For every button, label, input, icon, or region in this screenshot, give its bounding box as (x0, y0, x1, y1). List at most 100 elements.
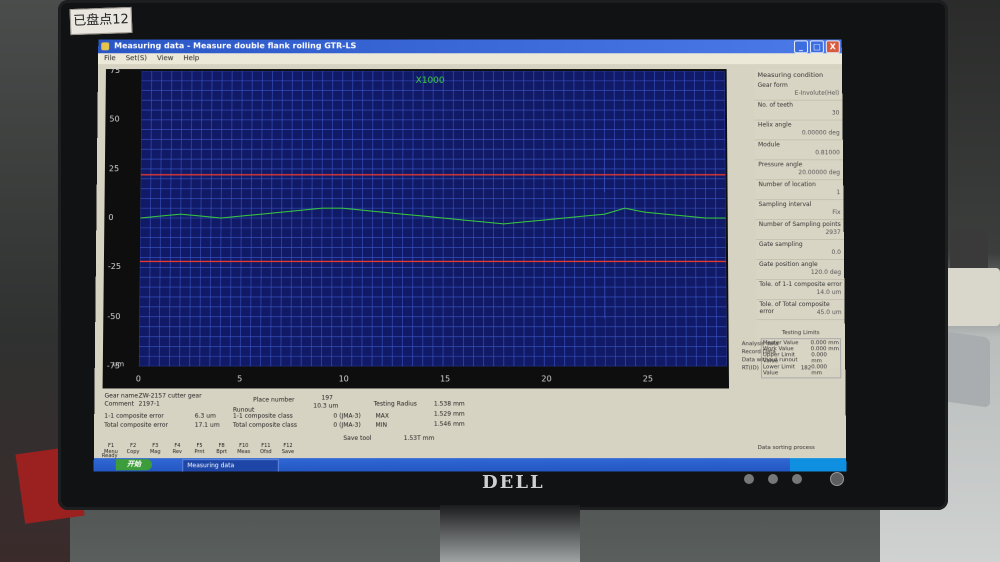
start-button[interactable]: 开始 (115, 459, 153, 471)
system-tray (789, 458, 847, 472)
condition-label: Number of Sampling points (758, 221, 841, 229)
condition-row: Sampling interval Fix (755, 200, 844, 221)
comment-value: 2197-1 (138, 400, 160, 408)
gear-name-value: ZW-2157 cutter gear (138, 392, 202, 400)
condition-value: 2937 (825, 229, 841, 237)
x-tick-label: 25 (642, 374, 654, 384)
limit-value: 0.000 mm (811, 364, 828, 377)
class-total-label: Total composite class (232, 421, 298, 429)
condition-value: E-Involute(Hel) (794, 89, 840, 97)
maximize-button[interactable]: □ (809, 40, 824, 54)
condition-label: Tole. of 1-1 composite error (759, 281, 842, 289)
x-tick-label: 20 (541, 374, 552, 384)
condition-label: Helix angle (757, 121, 792, 129)
condition-label: Gear form (757, 81, 788, 89)
comment-label: Comment (104, 400, 134, 408)
condition-row: Gear form E-Involute(Hel) (754, 80, 843, 101)
magnification-label: X1000 (416, 76, 445, 86)
condition-row: Gate position angle 120.0 deg (756, 259, 845, 281)
condition-label: Pressure angle (758, 161, 803, 169)
menu-help[interactable]: Help (183, 53, 199, 64)
minimize-button[interactable]: _ (793, 40, 809, 54)
max-label: MAX (375, 412, 390, 420)
total-composite-value: 17.1 um (194, 421, 220, 429)
analysis-line: Record Data (741, 349, 776, 356)
condition-label: Gate position angle (759, 260, 818, 269)
function-key-button[interactable]: F8 Bprt (213, 443, 231, 455)
class-11-value: 0 (JMA-3) (333, 412, 361, 420)
power-button[interactable] (830, 472, 844, 486)
condition-value: 0.0 (831, 249, 842, 256)
condition-value: 1 (836, 189, 841, 197)
condition-label: No. of teeth (757, 101, 794, 109)
window-titlebar: Measuring data - Measure double flank ro… (98, 39, 842, 54)
monitor-buttons (744, 474, 802, 484)
condition-row: Number of location 1 (755, 180, 844, 201)
condition-row: Tole. of Total composite error 45.0 um (756, 300, 845, 321)
one-one-composite-label: 1-1 composite error (104, 412, 164, 420)
condition-row: Helix angle 0.00000 deg (754, 120, 843, 141)
x-tick-label: 0 (135, 374, 141, 384)
condition-row: Gate sampling 0.0 (755, 240, 845, 260)
function-key-button[interactable]: F2 Copy (124, 443, 142, 455)
condition-value: Fix (832, 209, 841, 217)
condition-label: Number of location (758, 181, 816, 189)
save-tool-label: Save tool (343, 434, 372, 442)
function-key-button[interactable]: F12 Save (279, 443, 297, 455)
total-composite-label: Total composite error (104, 421, 169, 429)
result-info: Gear name ZW-2157 cutter gear Comment 21… (102, 390, 726, 451)
class-11-label: 1-1 composite class (232, 412, 293, 420)
min-value: 1.546 mm (433, 420, 465, 428)
analysis-id-value: 182 (800, 365, 812, 372)
function-key-label: Bprt (216, 449, 227, 456)
menu-set[interactable]: Set(S) (126, 53, 147, 64)
function-key-label: Prnt (194, 449, 205, 456)
x-tick-label: 15 (439, 374, 451, 384)
menu-file[interactable]: File (104, 53, 116, 64)
function-key-button[interactable]: F4 Rev (168, 443, 186, 455)
testing-radius-label: Testing Radius (373, 400, 417, 408)
menu-view[interactable]: View (157, 53, 174, 64)
screen: Measuring data - Measure double flank ro… (93, 39, 847, 472)
function-key-button[interactable]: F10 Meas (235, 443, 253, 455)
min-label: MIN (375, 421, 388, 429)
window-title: Measuring data - Measure double flank ro… (114, 41, 357, 51)
function-key-label: Meas (237, 449, 251, 456)
condition-row: Number of Sampling points 2937 (755, 220, 844, 241)
condition-value: 120.0 deg (810, 269, 842, 277)
monitor-stand (440, 505, 580, 562)
condition-row: Tole. of 1-1 composite error 14.0 um (756, 280, 845, 301)
function-key-button[interactable]: F5 Prnt (190, 443, 208, 455)
place-value: 197 (321, 394, 333, 402)
condition-row: Module 0.81000 (755, 140, 843, 161)
function-key-label: Rev (172, 449, 183, 456)
analysis-section: Analysis data Record Data Data without r… (742, 340, 812, 372)
taskbar-item-measuring-data[interactable]: Measuring data (182, 459, 279, 472)
y-tick-label: 50 (109, 114, 120, 124)
analysis-line: Analysis data (741, 341, 779, 348)
condition-label: Module (758, 141, 780, 149)
y-tick-label: 0 (108, 213, 114, 223)
plot-area: X1000 75 50 25 0 -25 -50 -75 0 5 10 15 20 25 um (102, 66, 730, 389)
function-key-label: Save (281, 449, 295, 456)
place-label: Place number (253, 396, 295, 404)
status-text: Data sorting process (757, 444, 815, 452)
y-tick-label: 25 (108, 163, 120, 173)
y-tick-label: -50 (107, 311, 121, 321)
function-key-button[interactable]: F11 Ofsd (257, 443, 275, 455)
analysis-id-label: RT(ID) (741, 365, 759, 372)
y-tick-label: -25 (107, 262, 121, 272)
function-key-label: Mag (149, 449, 161, 456)
y-unit-label: um (112, 360, 125, 369)
function-key-button[interactable]: F3 Mag (146, 443, 164, 455)
limits-title: Testing Limits (781, 330, 820, 337)
close-button[interactable]: X (825, 40, 840, 54)
class-total-value: 0 (JMA-3) (333, 421, 361, 429)
function-key-toolbar: F1 Menu F2 Copy F3 Mag F4 Rev F5 Prnt F8 Bprt F10 Mea… (102, 443, 297, 455)
condition-value: 0.81000 (815, 149, 840, 157)
x-tick-label: 5 (237, 374, 243, 384)
condition-label: Sampling interval (758, 201, 812, 209)
condition-value: 30 (831, 109, 840, 117)
analysis-line: Data without runout (741, 357, 798, 364)
condition-row: Pressure angle 20.00000 deg (755, 160, 844, 181)
